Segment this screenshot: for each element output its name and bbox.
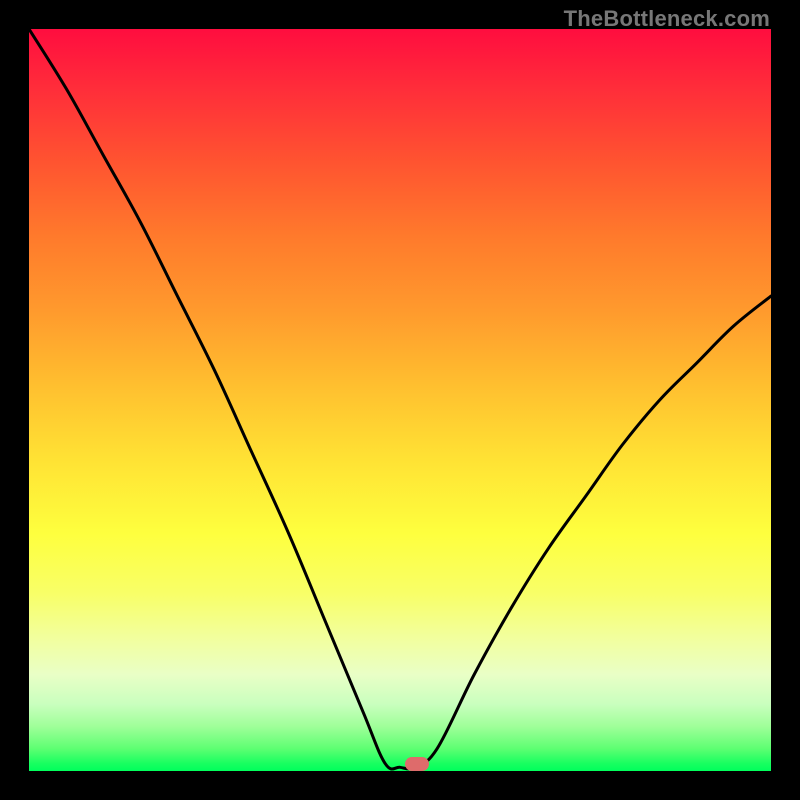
bottleneck-curve (29, 29, 771, 771)
curve-path (29, 29, 771, 769)
plot-area (29, 29, 771, 771)
chart-frame: TheBottleneck.com (0, 0, 800, 800)
sweet-spot-marker (405, 757, 429, 771)
